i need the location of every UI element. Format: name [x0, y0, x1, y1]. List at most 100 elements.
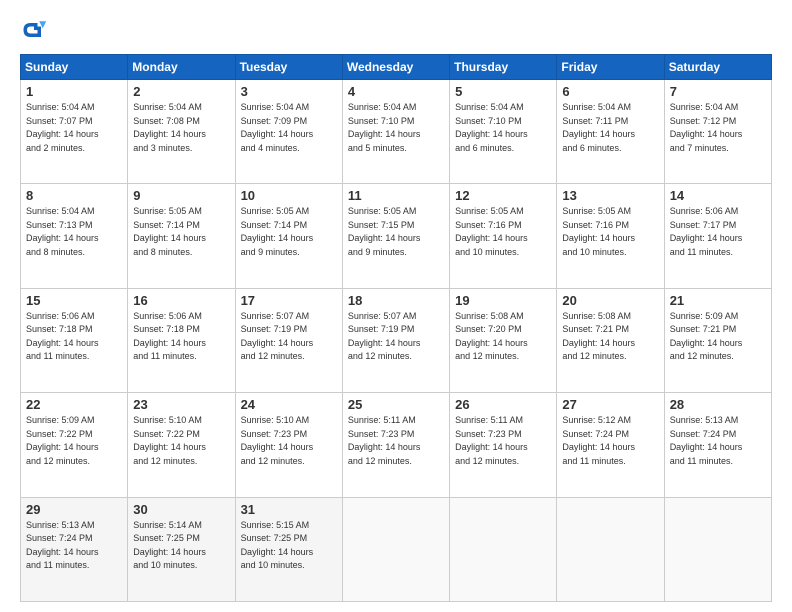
- weekday-header: Saturday: [664, 55, 771, 80]
- calendar-cell: 29 Sunrise: 5:13 AM Sunset: 7:24 PM Dayl…: [21, 497, 128, 601]
- calendar-cell: [342, 497, 449, 601]
- calendar-cell: 27 Sunrise: 5:12 AM Sunset: 7:24 PM Dayl…: [557, 393, 664, 497]
- day-number: 24: [241, 397, 337, 412]
- day-info: Sunrise: 5:04 AM Sunset: 7:07 PM Dayligh…: [26, 101, 122, 155]
- day-info: Sunrise: 5:05 AM Sunset: 7:15 PM Dayligh…: [348, 205, 444, 259]
- calendar-cell: [450, 497, 557, 601]
- calendar-cell: 6 Sunrise: 5:04 AM Sunset: 7:11 PM Dayli…: [557, 80, 664, 184]
- day-info: Sunrise: 5:09 AM Sunset: 7:22 PM Dayligh…: [26, 414, 122, 468]
- weekday-header: Sunday: [21, 55, 128, 80]
- day-number: 7: [670, 84, 766, 99]
- calendar-week-row: 1 Sunrise: 5:04 AM Sunset: 7:07 PM Dayli…: [21, 80, 772, 184]
- day-number: 31: [241, 502, 337, 517]
- day-info: Sunrise: 5:05 AM Sunset: 7:16 PM Dayligh…: [455, 205, 551, 259]
- calendar-cell: [664, 497, 771, 601]
- day-number: 12: [455, 188, 551, 203]
- calendar-cell: 31 Sunrise: 5:15 AM Sunset: 7:25 PM Dayl…: [235, 497, 342, 601]
- day-number: 11: [348, 188, 444, 203]
- day-number: 18: [348, 293, 444, 308]
- day-info: Sunrise: 5:05 AM Sunset: 7:14 PM Dayligh…: [133, 205, 229, 259]
- day-info: Sunrise: 5:04 AM Sunset: 7:10 PM Dayligh…: [348, 101, 444, 155]
- calendar-cell: 11 Sunrise: 5:05 AM Sunset: 7:15 PM Dayl…: [342, 184, 449, 288]
- calendar-cell: 13 Sunrise: 5:05 AM Sunset: 7:16 PM Dayl…: [557, 184, 664, 288]
- calendar-cell: 5 Sunrise: 5:04 AM Sunset: 7:10 PM Dayli…: [450, 80, 557, 184]
- calendar-cell: 18 Sunrise: 5:07 AM Sunset: 7:19 PM Dayl…: [342, 288, 449, 392]
- day-info: Sunrise: 5:04 AM Sunset: 7:12 PM Dayligh…: [670, 101, 766, 155]
- day-info: Sunrise: 5:10 AM Sunset: 7:22 PM Dayligh…: [133, 414, 229, 468]
- calendar-cell: 4 Sunrise: 5:04 AM Sunset: 7:10 PM Dayli…: [342, 80, 449, 184]
- day-number: 29: [26, 502, 122, 517]
- day-info: Sunrise: 5:13 AM Sunset: 7:24 PM Dayligh…: [26, 519, 122, 573]
- day-info: Sunrise: 5:05 AM Sunset: 7:14 PM Dayligh…: [241, 205, 337, 259]
- day-number: 15: [26, 293, 122, 308]
- day-number: 23: [133, 397, 229, 412]
- day-number: 26: [455, 397, 551, 412]
- calendar-cell: 20 Sunrise: 5:08 AM Sunset: 7:21 PM Dayl…: [557, 288, 664, 392]
- calendar-week-row: 22 Sunrise: 5:09 AM Sunset: 7:22 PM Dayl…: [21, 393, 772, 497]
- day-info: Sunrise: 5:04 AM Sunset: 7:08 PM Dayligh…: [133, 101, 229, 155]
- day-info: Sunrise: 5:10 AM Sunset: 7:23 PM Dayligh…: [241, 414, 337, 468]
- calendar-cell: 3 Sunrise: 5:04 AM Sunset: 7:09 PM Dayli…: [235, 80, 342, 184]
- calendar-cell: 15 Sunrise: 5:06 AM Sunset: 7:18 PM Dayl…: [21, 288, 128, 392]
- weekday-header: Friday: [557, 55, 664, 80]
- calendar-week-row: 15 Sunrise: 5:06 AM Sunset: 7:18 PM Dayl…: [21, 288, 772, 392]
- day-number: 17: [241, 293, 337, 308]
- day-number: 19: [455, 293, 551, 308]
- calendar-cell: 14 Sunrise: 5:06 AM Sunset: 7:17 PM Dayl…: [664, 184, 771, 288]
- calendar-week-row: 29 Sunrise: 5:13 AM Sunset: 7:24 PM Dayl…: [21, 497, 772, 601]
- day-number: 21: [670, 293, 766, 308]
- day-number: 4: [348, 84, 444, 99]
- calendar-cell: 26 Sunrise: 5:11 AM Sunset: 7:23 PM Dayl…: [450, 393, 557, 497]
- day-info: Sunrise: 5:09 AM Sunset: 7:21 PM Dayligh…: [670, 310, 766, 364]
- day-info: Sunrise: 5:11 AM Sunset: 7:23 PM Dayligh…: [348, 414, 444, 468]
- calendar-cell: 30 Sunrise: 5:14 AM Sunset: 7:25 PM Dayl…: [128, 497, 235, 601]
- calendar-cell: 2 Sunrise: 5:04 AM Sunset: 7:08 PM Dayli…: [128, 80, 235, 184]
- day-info: Sunrise: 5:04 AM Sunset: 7:13 PM Dayligh…: [26, 205, 122, 259]
- day-info: Sunrise: 5:07 AM Sunset: 7:19 PM Dayligh…: [241, 310, 337, 364]
- day-info: Sunrise: 5:04 AM Sunset: 7:10 PM Dayligh…: [455, 101, 551, 155]
- calendar-cell: [557, 497, 664, 601]
- day-info: Sunrise: 5:14 AM Sunset: 7:25 PM Dayligh…: [133, 519, 229, 573]
- day-number: 6: [562, 84, 658, 99]
- day-number: 27: [562, 397, 658, 412]
- day-number: 22: [26, 397, 122, 412]
- day-number: 9: [133, 188, 229, 203]
- day-info: Sunrise: 5:06 AM Sunset: 7:18 PM Dayligh…: [26, 310, 122, 364]
- calendar-table: SundayMondayTuesdayWednesdayThursdayFrid…: [20, 54, 772, 602]
- day-info: Sunrise: 5:13 AM Sunset: 7:24 PM Dayligh…: [670, 414, 766, 468]
- day-info: Sunrise: 5:05 AM Sunset: 7:16 PM Dayligh…: [562, 205, 658, 259]
- day-number: 14: [670, 188, 766, 203]
- calendar-cell: 24 Sunrise: 5:10 AM Sunset: 7:23 PM Dayl…: [235, 393, 342, 497]
- day-number: 2: [133, 84, 229, 99]
- weekday-header: Tuesday: [235, 55, 342, 80]
- calendar-page: SundayMondayTuesdayWednesdayThursdayFrid…: [0, 0, 792, 612]
- page-header: [20, 16, 772, 44]
- day-info: Sunrise: 5:15 AM Sunset: 7:25 PM Dayligh…: [241, 519, 337, 573]
- day-number: 25: [348, 397, 444, 412]
- day-number: 16: [133, 293, 229, 308]
- calendar-cell: 23 Sunrise: 5:10 AM Sunset: 7:22 PM Dayl…: [128, 393, 235, 497]
- calendar-cell: 28 Sunrise: 5:13 AM Sunset: 7:24 PM Dayl…: [664, 393, 771, 497]
- weekday-header-row: SundayMondayTuesdayWednesdayThursdayFrid…: [21, 55, 772, 80]
- calendar-cell: 1 Sunrise: 5:04 AM Sunset: 7:07 PM Dayli…: [21, 80, 128, 184]
- day-number: 13: [562, 188, 658, 203]
- day-number: 1: [26, 84, 122, 99]
- day-number: 8: [26, 188, 122, 203]
- calendar-week-row: 8 Sunrise: 5:04 AM Sunset: 7:13 PM Dayli…: [21, 184, 772, 288]
- calendar-cell: 21 Sunrise: 5:09 AM Sunset: 7:21 PM Dayl…: [664, 288, 771, 392]
- day-info: Sunrise: 5:06 AM Sunset: 7:18 PM Dayligh…: [133, 310, 229, 364]
- day-number: 10: [241, 188, 337, 203]
- weekday-header: Monday: [128, 55, 235, 80]
- calendar-cell: 22 Sunrise: 5:09 AM Sunset: 7:22 PM Dayl…: [21, 393, 128, 497]
- weekday-header: Thursday: [450, 55, 557, 80]
- calendar-cell: 16 Sunrise: 5:06 AM Sunset: 7:18 PM Dayl…: [128, 288, 235, 392]
- day-info: Sunrise: 5:04 AM Sunset: 7:11 PM Dayligh…: [562, 101, 658, 155]
- day-info: Sunrise: 5:07 AM Sunset: 7:19 PM Dayligh…: [348, 310, 444, 364]
- calendar-cell: 17 Sunrise: 5:07 AM Sunset: 7:19 PM Dayl…: [235, 288, 342, 392]
- calendar-cell: 9 Sunrise: 5:05 AM Sunset: 7:14 PM Dayli…: [128, 184, 235, 288]
- day-number: 5: [455, 84, 551, 99]
- day-number: 20: [562, 293, 658, 308]
- day-info: Sunrise: 5:06 AM Sunset: 7:17 PM Dayligh…: [670, 205, 766, 259]
- logo-icon: [20, 16, 48, 44]
- day-info: Sunrise: 5:11 AM Sunset: 7:23 PM Dayligh…: [455, 414, 551, 468]
